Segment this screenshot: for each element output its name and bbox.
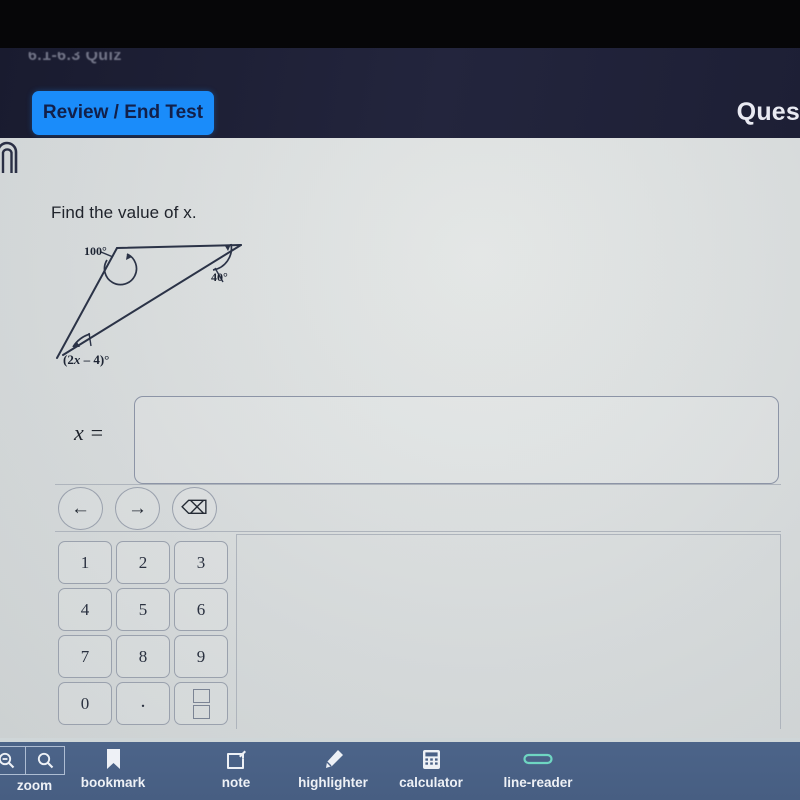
key-0[interactable]: 0 — [58, 682, 112, 725]
zoom-buttons — [0, 746, 65, 775]
zoom-out-icon — [0, 752, 14, 769]
backspace-button[interactable]: ⌫ — [172, 487, 217, 530]
review-end-test-button[interactable]: Review / End Test — [32, 91, 214, 135]
key-7-label: 7 — [80, 646, 90, 666]
calculator-icon — [422, 746, 441, 772]
key-6[interactable]: 6 — [174, 588, 228, 631]
cursor-nav-row: ← → ⌫ — [58, 487, 217, 530]
note-icon — [226, 746, 247, 772]
calculator-label: calculator — [399, 775, 463, 790]
question-counter-label: Ques — [736, 98, 800, 126]
key-5-label: 5 — [138, 599, 148, 619]
arrow-right-icon: → — [128, 497, 147, 519]
key-4[interactable]: 4 — [58, 588, 112, 631]
divider-above-nav — [55, 484, 781, 485]
toolbar-item-zoom[interactable]: zoom — [0, 746, 65, 793]
letterbox-top — [0, 0, 800, 48]
angle-2x-suffix: – 4)° — [80, 352, 110, 367]
note-label: note — [221, 775, 251, 790]
key-8-label: 8 — [138, 646, 148, 666]
fraction-numerator-icon — [192, 688, 210, 703]
key-fraction[interactable] — [174, 682, 228, 725]
line-reader-label: line-reader — [503, 775, 573, 790]
key-0-label: 0 — [80, 693, 90, 713]
highlighter-icon — [322, 746, 345, 772]
triangle-diagram: 100° 40° (2x – 4)° — [45, 230, 295, 380]
toolbar-item-calculator[interactable]: calculator — [383, 746, 479, 790]
line-reader-icon — [523, 746, 553, 772]
key-6-label: 6 — [196, 599, 206, 619]
cursor-left-button[interactable]: ← — [58, 487, 103, 530]
key-2[interactable]: 2 — [116, 541, 170, 584]
backspace-icon: ⌫ — [181, 498, 208, 519]
angle-label-2x-minus-4: (2x – 4)° — [63, 352, 109, 368]
question-prompt: Find the value of x. — [51, 203, 197, 222]
key-1[interactable]: 1 — [58, 541, 112, 584]
key-decimal-point[interactable]: . — [116, 682, 170, 725]
numeric-keypad: 1 2 3 4 5 6 7 8 9 0 . — [58, 541, 228, 725]
paperclip-icon — [0, 140, 22, 174]
key-1-label: 1 — [80, 552, 90, 572]
toolbar-item-note[interactable]: note — [188, 746, 284, 790]
arrow-left-icon: ← — [71, 497, 90, 519]
key-9[interactable]: 9 — [174, 635, 228, 678]
cursor-right-button[interactable]: → — [115, 487, 160, 530]
zoom-in-icon — [37, 752, 53, 769]
bookmark-icon — [105, 746, 122, 772]
quiz-title: 6.1-6.3 Quiz — [28, 52, 122, 64]
angle-label-40: 40° — [211, 270, 228, 284]
key-4-label: 4 — [80, 599, 90, 619]
key-7[interactable]: 7 — [58, 635, 112, 678]
highlighter-label: highlighter — [298, 775, 368, 790]
bookmark-label: bookmark — [80, 775, 146, 790]
key-2-label: 2 — [138, 552, 148, 572]
review-end-test-label: Review / End Test — [42, 102, 204, 123]
zoom-in-button[interactable] — [25, 746, 65, 775]
keypad-side-panel-edge — [780, 534, 781, 729]
fraction-denominator-icon — [192, 704, 210, 719]
angle-2x-prefix: (2 — [63, 352, 74, 367]
toolbar-item-highlighter[interactable]: highlighter — [285, 746, 381, 790]
zoom-out-button[interactable] — [0, 746, 25, 775]
bottom-toolbar: zoom bookmark note highlighter calculato… — [0, 742, 800, 800]
screen-photo: 6.1-6.3 Quiz Review / End Test Ques Find… — [0, 0, 800, 800]
angle-label-100: 100° — [84, 244, 107, 258]
key-3[interactable]: 3 — [174, 541, 228, 584]
key-9-label: 9 — [196, 646, 206, 666]
answer-variable-label: x = — [74, 420, 105, 445]
zoom-label: zoom — [16, 778, 53, 793]
answer-input[interactable] — [134, 396, 779, 484]
key-3-label: 3 — [196, 552, 206, 572]
toolbar-item-bookmark[interactable]: bookmark — [65, 746, 161, 790]
key-5[interactable]: 5 — [116, 588, 170, 631]
toolbar-item-line-reader[interactable]: line-reader — [490, 746, 586, 790]
keypad-side-panel — [237, 534, 781, 729]
key-8[interactable]: 8 — [116, 635, 170, 678]
divider-below-nav — [55, 531, 781, 532]
